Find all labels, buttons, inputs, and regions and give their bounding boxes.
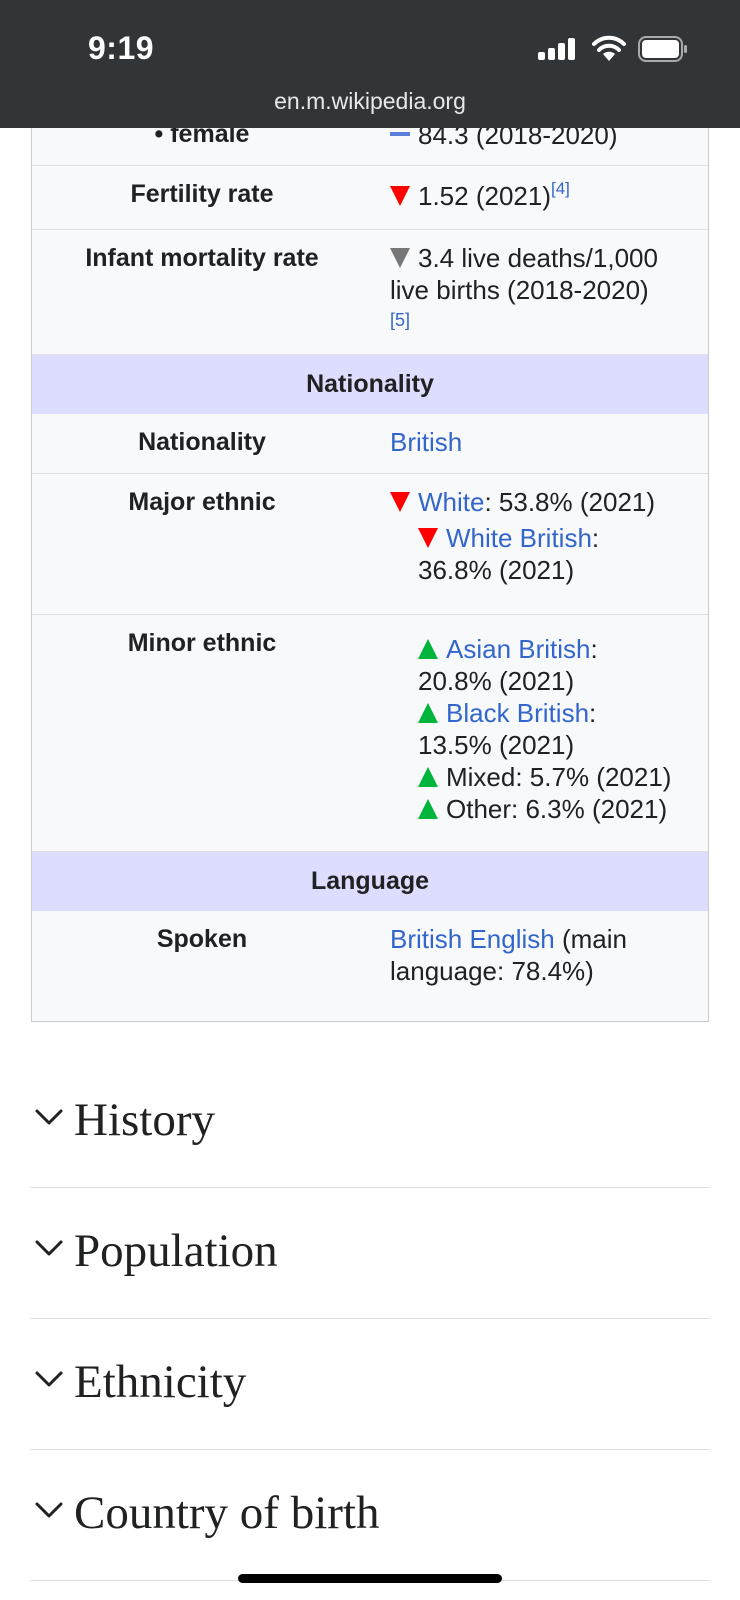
increase-arrow-icon (418, 639, 438, 659)
section-header-language: Language (32, 852, 708, 911)
row-value: 3.4 live deaths/1,000 live births (2018-… (390, 243, 658, 330)
row-label: Minor ethnic (127, 629, 277, 657)
wifi-icon (592, 35, 626, 61)
infobox-row-minor-ethnic: Minor ethnic Asian British: 20.8% (2021)… (32, 615, 708, 852)
section-header-nationality: Nationality (32, 355, 708, 414)
infobox-row-fertility: Fertility rate 1.52 (2021)[4] (32, 166, 708, 230)
section-country-of-birth[interactable]: Country of birth (30, 1450, 710, 1581)
chevron-down-icon (35, 1502, 63, 1518)
home-indicator[interactable] (238, 1574, 502, 1583)
citation-link[interactable]: [4] (551, 179, 570, 198)
cellular-signal-icon (538, 38, 578, 60)
row-value: White: 53.8% (2021) White British: 36.8%… (390, 486, 708, 586)
infobox-row-infant-mortality: Infant mortality rate 3.4 live deaths/1,… (32, 230, 708, 355)
chevron-down-icon (35, 1109, 63, 1125)
battery-icon (638, 36, 687, 62)
infobox-row-major-ethnic: Major ethnic White: 53.8% (2021) White B… (32, 474, 708, 615)
row-value: 1.52 (2021)[4] (390, 180, 708, 212)
link-asian-british[interactable]: Asian British (446, 634, 591, 664)
link-white-british[interactable]: White British (446, 523, 592, 553)
section-title: Ethnicity (74, 1356, 247, 1408)
row-value: British English (main language: 78.4%) (390, 924, 627, 986)
list-item: Other: 6.3% (2021) (418, 793, 708, 825)
decrease-arrow-icon (418, 528, 438, 548)
link-british-english[interactable]: British English (390, 924, 555, 954)
list-item: Asian British: 20.8% (2021) (418, 634, 598, 696)
increase-arrow-icon (418, 799, 438, 819)
decrease-arrow-icon (390, 248, 410, 268)
list-item: White: 53.8% (2021) (390, 486, 708, 518)
chevron-down-icon (35, 1371, 63, 1387)
section-title: Country of birth (74, 1487, 380, 1539)
infobox-row-female: • female 84.3 (2018-2020) (32, 120, 708, 166)
section-title: Population (74, 1225, 278, 1277)
row-value: Asian British: 20.8% (2021) Black Britis… (418, 633, 708, 825)
link-white[interactable]: White (418, 487, 484, 517)
list-item: Black British: 13.5% (2021) (418, 698, 597, 760)
row-label: Major ethnic (128, 488, 276, 516)
section-title: History (74, 1094, 215, 1146)
chevron-down-icon (35, 1240, 63, 1256)
infobox-row-nationality: Nationality British (32, 414, 708, 474)
infobox-row-spoken: Spoken British English (main language: 7… (32, 911, 708, 1021)
status-time: 9:19 (88, 30, 155, 66)
decrease-arrow-icon (390, 186, 410, 206)
list-item: Mixed: 5.7% (2021) (418, 761, 708, 793)
address-bar-url[interactable]: en.m.wikipedia.org (0, 88, 740, 115)
decrease-arrow-icon (390, 492, 410, 512)
citation-link[interactable]: [5] (390, 310, 410, 330)
list-item: White British: 36.8% (2021) (418, 523, 600, 585)
demographics-infobox: • female 84.3 (2018-2020) Fertility rate… (31, 120, 709, 1022)
increase-arrow-icon (418, 703, 438, 723)
browser-top-bar: 9:19 en.m.wikipedia.org (0, 0, 740, 128)
section-ethnicity[interactable]: Ethnicity (30, 1319, 710, 1450)
section-population[interactable]: Population (30, 1188, 710, 1319)
no-change-icon (390, 132, 410, 136)
link-black-british[interactable]: Black British (446, 698, 589, 728)
row-label: Nationality (138, 428, 266, 456)
increase-arrow-icon (418, 767, 438, 787)
row-label: Spoken (156, 925, 248, 953)
link-british[interactable]: British (390, 427, 462, 457)
row-label: Fertility rate (130, 180, 274, 208)
section-history[interactable]: History (30, 1057, 710, 1188)
row-value: British (390, 426, 708, 458)
row-label: Infant mortality rate (85, 244, 319, 272)
